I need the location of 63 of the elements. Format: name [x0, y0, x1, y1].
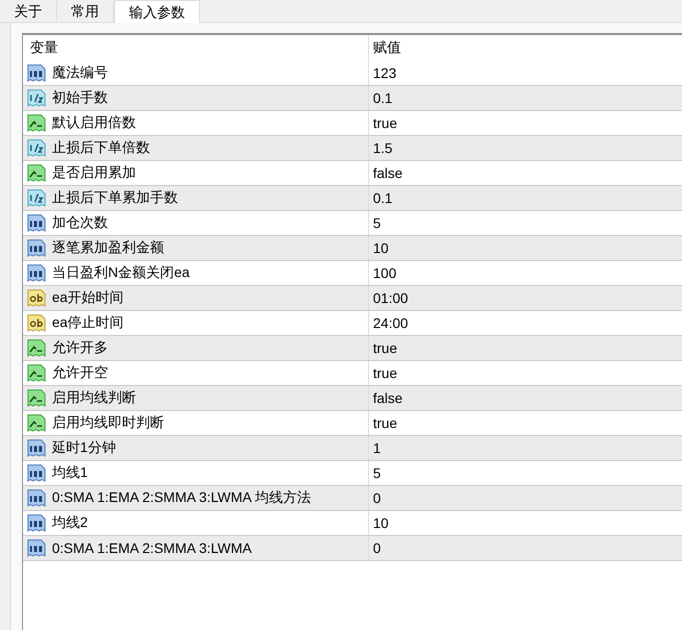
number-file-icon [27, 464, 46, 482]
column-header[interactable]: 赋值 [373, 39, 401, 57]
value-cell[interactable]: false [373, 390, 403, 406]
value-cell[interactable]: true [373, 115, 398, 131]
variable-name: 初始手数 [52, 89, 108, 107]
value-cell[interactable]: 123 [373, 65, 396, 81]
toggle-file-icon [27, 164, 46, 182]
variable-name: ea停止时间 [52, 314, 124, 332]
value-cell[interactable]: 0.1 [373, 190, 392, 206]
variable-name: 是否启用累加 [52, 164, 136, 182]
value-cell[interactable]: 0 [373, 490, 381, 506]
number-file-icon [27, 488, 46, 508]
toggle-file-icon [27, 388, 46, 408]
variable-name: ea开始时间 [52, 289, 124, 307]
toggle-file-icon [27, 364, 46, 382]
variable-name: 止损后下单累加手数 [52, 189, 178, 207]
value-cell[interactable]: true [373, 340, 398, 356]
value-cell[interactable]: 5 [373, 215, 381, 231]
number-file-icon [27, 64, 46, 82]
variable-name: 均线2 [52, 514, 88, 532]
variable-name: 默认启用倍数 [52, 114, 136, 132]
value-cell[interactable]: 0.1 [373, 90, 392, 106]
text-file-icon [27, 288, 46, 308]
fraction-file-icon [27, 138, 46, 158]
toggle-file-icon [27, 414, 46, 432]
number-file-icon [27, 438, 46, 458]
variable-name: 当日盈利N金额关闭ea [52, 264, 190, 282]
toggle-file-icon [27, 114, 46, 132]
variable-name: 魔法编号 [52, 64, 108, 82]
number-file-icon [27, 538, 46, 558]
variable-name: 逐笔累加盈利金额 [52, 239, 164, 257]
value-cell[interactable]: 10 [373, 515, 389, 531]
fraction-file-icon [27, 88, 46, 108]
variable-name: 止损后下单倍数 [52, 139, 150, 157]
variable-name: 均线1 [52, 464, 88, 482]
toggle-file-icon [27, 338, 46, 358]
variable-name: 允许开多 [52, 339, 108, 357]
variable-name: 0:SMA 1:EMA 2:SMMA 3:LWMA 均线方法 [52, 489, 311, 507]
variable-name: 延时1分钟 [52, 439, 116, 457]
value-cell[interactable]: 1.5 [373, 140, 392, 156]
value-cell[interactable]: 0 [373, 540, 381, 556]
value-cell[interactable]: 5 [373, 465, 381, 481]
variable-name: 启用均线判断 [52, 389, 136, 407]
number-file-icon [27, 238, 46, 258]
number-file-icon [27, 214, 46, 232]
fraction-file-icon [27, 188, 46, 208]
value-cell[interactable]: 24:00 [373, 315, 408, 331]
number-file-icon [27, 514, 46, 532]
variable-name: 0:SMA 1:EMA 2:SMMA 3:LWMA [52, 540, 252, 556]
variable-name: 允许开空 [52, 364, 108, 382]
variable-name: 启用均线即时判断 [52, 414, 164, 432]
value-cell[interactable]: true [373, 415, 398, 431]
variable-name: 加仓次数 [52, 214, 108, 232]
text-file-icon [27, 314, 46, 332]
tab[interactable]: 输入参数 [114, 0, 200, 23]
value-cell[interactable]: 01:00 [373, 290, 408, 306]
value-cell[interactable]: false [373, 165, 403, 181]
value-cell[interactable]: 100 [373, 265, 396, 281]
number-file-icon [27, 264, 46, 282]
column-header[interactable]: 变量 [30, 39, 58, 57]
value-cell[interactable]: 1 [373, 440, 381, 456]
value-cell[interactable]: 10 [373, 240, 389, 256]
value-cell[interactable]: true [373, 365, 398, 381]
